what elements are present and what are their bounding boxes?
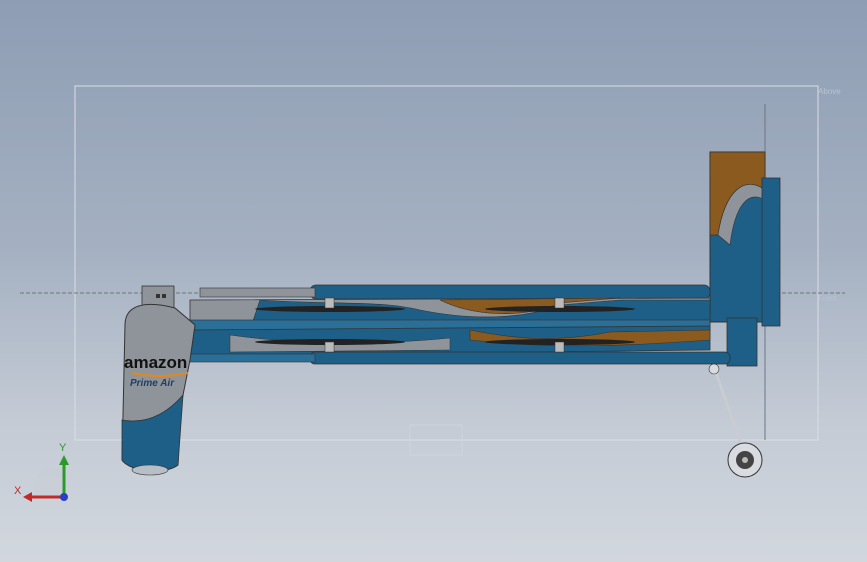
triad-x-label: X <box>14 485 22 497</box>
lower-tube[interactable] <box>189 351 731 365</box>
vertical-tail[interactable] <box>709 151 781 367</box>
front-plane-label: Front <box>818 294 837 303</box>
coordinate-triad[interactable]: Y X <box>10 440 80 510</box>
decal-brand: amazon <box>124 353 188 372</box>
upper-tube[interactable] <box>199 284 711 300</box>
top-plane-label: Above <box>818 87 841 96</box>
amazon-decal: amazon Prime Air <box>124 354 196 390</box>
wing-body[interactable] <box>189 297 711 357</box>
drone-model-scene[interactable] <box>0 0 867 562</box>
triad-axes-icon <box>23 455 69 502</box>
decal-sub: Prime Air <box>130 378 175 389</box>
triad-y-label: Y <box>59 442 67 454</box>
cad-viewport[interactable]: amazon Prime Air Above Front Y X <box>0 0 867 562</box>
landing-gear[interactable] <box>708 363 763 478</box>
